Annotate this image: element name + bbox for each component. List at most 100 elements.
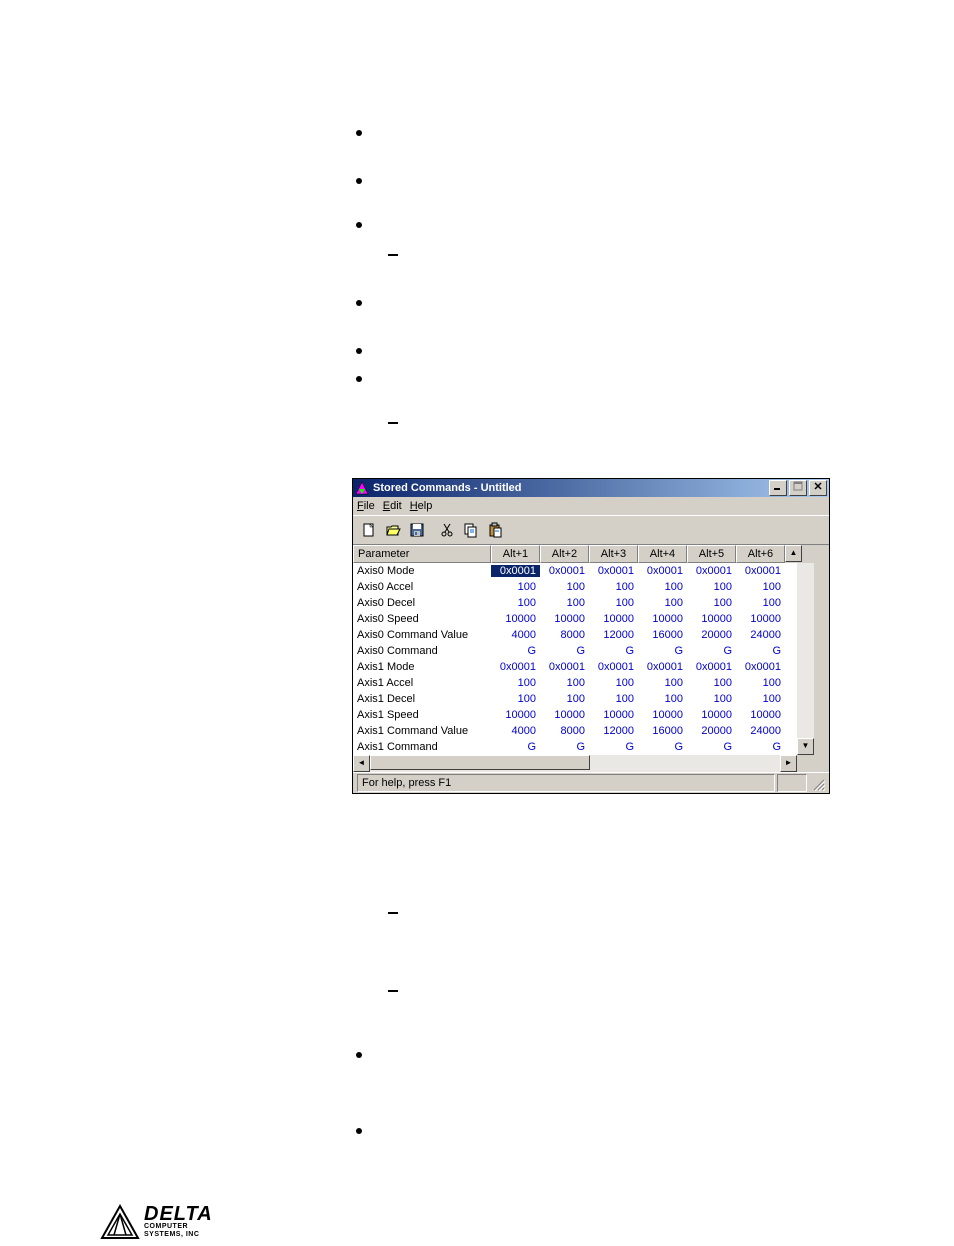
data-cell[interactable]: 12000 bbox=[589, 725, 638, 737]
copy-button[interactable] bbox=[459, 519, 483, 541]
data-cell[interactable]: 10000 bbox=[638, 709, 687, 721]
data-cell[interactable]: G bbox=[491, 741, 540, 753]
column-header[interactable]: Alt+4 bbox=[638, 545, 687, 563]
scroll-left-button[interactable]: ◄ bbox=[353, 755, 370, 772]
data-cell[interactable]: 8000 bbox=[540, 725, 589, 737]
data-cell[interactable]: 100 bbox=[638, 693, 687, 705]
data-cell[interactable]: 0x0001 bbox=[540, 565, 589, 577]
maximize-button[interactable] bbox=[789, 480, 807, 496]
data-cell[interactable]: 10000 bbox=[540, 613, 589, 625]
data-cell[interactable]: G bbox=[736, 741, 785, 753]
cut-button[interactable] bbox=[435, 519, 459, 541]
data-cell[interactable]: 0x0001 bbox=[589, 565, 638, 577]
menu-edit[interactable]: Edit bbox=[383, 500, 402, 512]
data-cell[interactable]: 10000 bbox=[589, 613, 638, 625]
data-cell[interactable]: G bbox=[540, 645, 589, 657]
data-cell[interactable]: G bbox=[687, 741, 736, 753]
scrollbar-track[interactable] bbox=[590, 755, 780, 772]
titlebar[interactable]: Stored Commands - Untitled bbox=[353, 479, 829, 497]
data-cell[interactable]: 12000 bbox=[589, 629, 638, 641]
data-cell[interactable]: 10000 bbox=[589, 709, 638, 721]
scroll-up-button[interactable]: ▲ bbox=[785, 545, 802, 562]
data-cell[interactable]: 100 bbox=[589, 677, 638, 689]
data-cell[interactable]: 100 bbox=[687, 597, 736, 609]
data-cell[interactable]: 100 bbox=[589, 597, 638, 609]
new-button[interactable] bbox=[357, 519, 381, 541]
data-cell[interactable]: 100 bbox=[638, 677, 687, 689]
data-cell[interactable]: 20000 bbox=[687, 629, 736, 641]
data-cell[interactable]: 8000 bbox=[540, 629, 589, 641]
data-cell[interactable]: 100 bbox=[491, 693, 540, 705]
open-button[interactable] bbox=[381, 519, 405, 541]
data-cell[interactable]: 100 bbox=[638, 597, 687, 609]
data-cell[interactable]: 100 bbox=[736, 581, 785, 593]
data-cell[interactable]: 100 bbox=[540, 693, 589, 705]
data-cell[interactable]: 100 bbox=[736, 677, 785, 689]
data-cell[interactable]: 100 bbox=[491, 581, 540, 593]
data-cell[interactable]: 100 bbox=[540, 597, 589, 609]
data-cell[interactable]: G bbox=[687, 645, 736, 657]
data-cell[interactable]: 0x0001 bbox=[687, 565, 736, 577]
data-cell[interactable]: 100 bbox=[687, 693, 736, 705]
column-header[interactable]: Alt+2 bbox=[540, 545, 589, 563]
data-cell[interactable]: 0x0001 bbox=[589, 661, 638, 673]
data-cell[interactable]: 4000 bbox=[491, 725, 540, 737]
data-cell[interactable]: 10000 bbox=[491, 613, 540, 625]
data-cell[interactable]: 10000 bbox=[736, 709, 785, 721]
data-cell[interactable]: 24000 bbox=[736, 725, 785, 737]
data-cell[interactable]: G bbox=[589, 741, 638, 753]
minimize-button[interactable] bbox=[769, 480, 787, 496]
data-cell[interactable]: G bbox=[491, 645, 540, 657]
data-cell[interactable]: G bbox=[540, 741, 589, 753]
data-cell[interactable]: 20000 bbox=[687, 725, 736, 737]
data-cell[interactable]: 100 bbox=[736, 597, 785, 609]
paste-button[interactable] bbox=[483, 519, 507, 541]
save-button[interactable] bbox=[405, 519, 429, 541]
data-cell[interactable]: 100 bbox=[540, 677, 589, 689]
data-cell[interactable]: 100 bbox=[589, 693, 638, 705]
data-cell[interactable]: 16000 bbox=[638, 725, 687, 737]
data-cell[interactable]: 100 bbox=[687, 677, 736, 689]
data-cell[interactable]: 100 bbox=[638, 581, 687, 593]
data-cell[interactable]: G bbox=[736, 645, 785, 657]
close-button[interactable] bbox=[809, 480, 827, 496]
data-cell[interactable]: 10000 bbox=[687, 613, 736, 625]
column-header[interactable]: Alt+1 bbox=[491, 545, 540, 563]
column-header[interactable]: Alt+5 bbox=[687, 545, 736, 563]
data-cell[interactable]: G bbox=[589, 645, 638, 657]
data-cell[interactable]: 10000 bbox=[687, 709, 736, 721]
horizontal-scrollbar[interactable]: ◄ ► bbox=[353, 755, 797, 772]
data-cell[interactable]: G bbox=[638, 741, 687, 753]
data-cell[interactable]: 10000 bbox=[736, 613, 785, 625]
data-cell[interactable]: 100 bbox=[491, 677, 540, 689]
column-header[interactable]: Alt+6 bbox=[736, 545, 785, 563]
data-cell[interactable]: 100 bbox=[687, 581, 736, 593]
data-cell[interactable]: 0x0001 bbox=[687, 661, 736, 673]
scrollbar-track[interactable] bbox=[797, 563, 814, 738]
data-cell[interactable]: G bbox=[638, 645, 687, 657]
data-cell[interactable]: 16000 bbox=[638, 629, 687, 641]
data-cell[interactable]: 0x0001 bbox=[736, 661, 785, 673]
data-cell[interactable]: 100 bbox=[540, 581, 589, 593]
column-header[interactable]: Alt+3 bbox=[589, 545, 638, 563]
scrollbar-thumb[interactable] bbox=[370, 755, 590, 770]
data-cell[interactable]: 24000 bbox=[736, 629, 785, 641]
menu-file[interactable]: File bbox=[357, 500, 375, 512]
data-cell[interactable]: 0x0001 bbox=[638, 661, 687, 673]
data-cell[interactable]: 0x0001 bbox=[491, 661, 540, 673]
vertical-scrollbar[interactable]: ▼ bbox=[797, 563, 814, 755]
data-cell[interactable]: 4000 bbox=[491, 629, 540, 641]
data-cell[interactable]: 0x0001 bbox=[540, 661, 589, 673]
data-cell[interactable]: 100 bbox=[491, 597, 540, 609]
data-cell[interactable]: 10000 bbox=[491, 709, 540, 721]
resize-grip-icon[interactable] bbox=[809, 775, 825, 791]
data-cell[interactable]: 0x0001 bbox=[736, 565, 785, 577]
data-cell[interactable]: 10000 bbox=[540, 709, 589, 721]
data-cell[interactable]: 100 bbox=[589, 581, 638, 593]
menu-help[interactable]: Help bbox=[410, 500, 433, 512]
parameter-column-header[interactable]: Parameter bbox=[353, 545, 491, 563]
data-cell[interactable]: 100 bbox=[736, 693, 785, 705]
scroll-down-button[interactable]: ▼ bbox=[797, 738, 814, 755]
data-cell[interactable]: 10000 bbox=[638, 613, 687, 625]
data-cell[interactable]: 0x0001 bbox=[638, 565, 687, 577]
